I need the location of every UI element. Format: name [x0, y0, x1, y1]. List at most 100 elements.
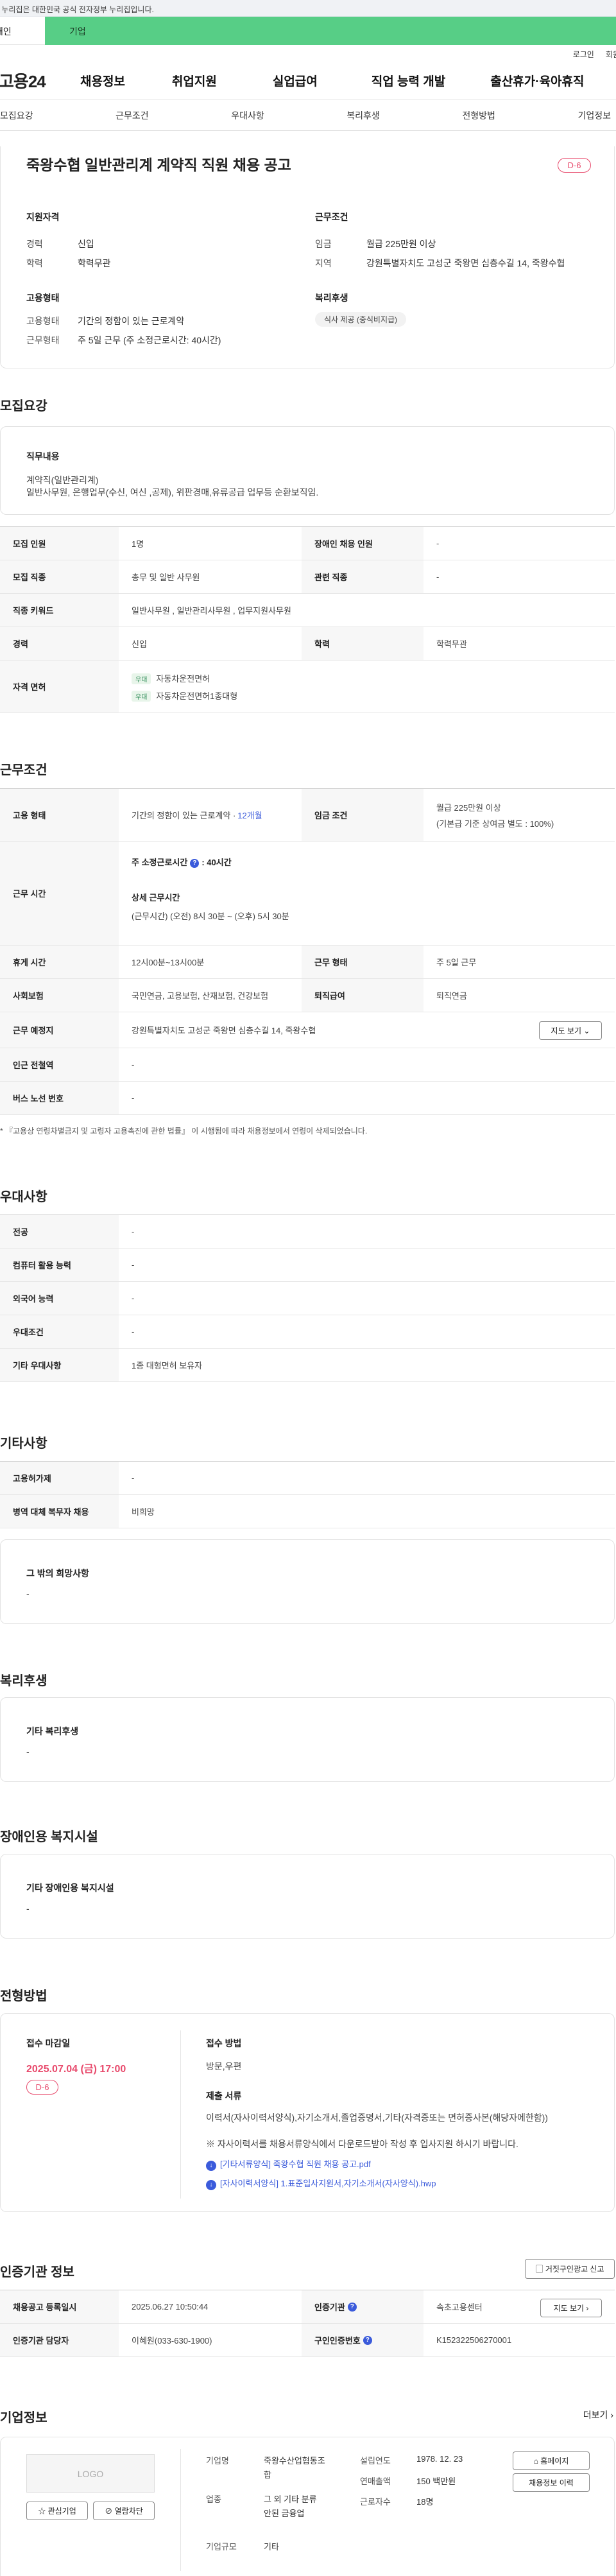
file-download-link[interactable]: ↓ [자사이력서양식] 1.표준입사지원서,자기소개서(자사양식).hwp	[206, 2177, 436, 2190]
fav-company-label: 관심기업	[47, 2507, 76, 2516]
row-label: 인근 전철역	[0, 1048, 119, 1081]
table-row: 병역 대체 복무자 채용 비희망	[0, 1495, 615, 1528]
snb-item-recruit[interactable]: 모집요강	[0, 109, 33, 122]
company-name-label: 기업명	[206, 2456, 229, 2466]
detail-hours-label: 상세 근무시간	[132, 893, 180, 903]
site-logo[interactable]: 고용24	[0, 69, 69, 92]
gnb-item-support[interactable]: 취업지원	[172, 72, 217, 89]
tab-personal-label: 개인	[0, 26, 12, 37]
docs-notice: ※ 자사이력서를 채용서류양식에서 다운로드받아 작성 후 입사지원 하시기 바…	[206, 2139, 518, 2149]
license-name: 자동차운전면허1종대형	[156, 691, 238, 701]
table-row: 인근 전철역 -	[0, 1048, 615, 1082]
gnb-item-benefit[interactable]: 실업급여	[273, 72, 318, 89]
row-value: 퇴직연금	[436, 991, 467, 1001]
help-icon[interactable]: ?	[190, 858, 200, 868]
job-content-title: 직무내용	[26, 451, 60, 462]
snb-item-welfare[interactable]: 복리후생	[346, 109, 380, 122]
map-view-button[interactable]: 지도 보기 ⌄	[539, 1021, 602, 1040]
gov-banner-text: 이 누리집은 대한민국 공식 전자정부 누리집입니다.	[0, 5, 154, 14]
table-row: 사회보험 국민연금, 고용보험, 산재보험, 건강보험 퇴직급여 퇴직연금	[0, 979, 615, 1012]
company-size-value: 기타	[264, 2542, 279, 2552]
wage-value: 월급 225만원 이상	[366, 239, 436, 249]
job-history-button[interactable]: 채용정보 이력	[513, 2473, 590, 2492]
gov-banner: 이 누리집은 대한민국 공식 전자정부 누리집입니다.	[0, 0, 616, 17]
help-icon[interactable]: ?	[347, 2302, 357, 2312]
login-link[interactable]: 로그인	[573, 50, 594, 59]
career-value: 신입	[78, 239, 94, 249]
section-title-disab: 장애인용 복지시설	[0, 1830, 98, 1844]
emp-months: 12개월	[237, 811, 262, 820]
emp-type-value: 기간의 정함이 있는 근로계약	[78, 316, 185, 326]
fav-company-button[interactable]: ☆ 관심기업	[26, 2502, 88, 2520]
row-value: -	[436, 539, 440, 548]
block-view-label: 열람차단	[114, 2507, 143, 2516]
work-shape-label: 근무형태	[26, 335, 60, 345]
homepage-button[interactable]: ⌂ 홈페이지	[513, 2451, 590, 2470]
company-more-link[interactable]: 더보기 ›	[583, 2408, 613, 2421]
snb-item-cond[interactable]: 근무조건	[116, 109, 149, 122]
emp-type-label: 고용형태	[26, 316, 60, 326]
company-more-label: 더보기	[583, 2410, 608, 2420]
welfare-box-title: 기타 복리후생	[26, 1726, 79, 1736]
table-row: 기타 우대사항 1종 대형면허 보유자	[0, 1349, 615, 1382]
weekly-hours-label: 주 소정근로시간	[132, 858, 188, 867]
table-row: 고용허가제 -	[0, 1462, 615, 1495]
row-value: 월급 225만원 이상 (기본급 기준 상여금 별도 : 100%)	[424, 789, 615, 841]
row-value: 학력무관	[436, 639, 467, 649]
row-label: 인증기관 담당자	[0, 2324, 119, 2356]
block-view-button[interactable]: ⊘ 열람차단	[93, 2502, 155, 2520]
company-box: LOGO ☆ 관심기업 ⊘ 열람차단 기업명 죽왕수산업협동조 합 업종 그 외…	[0, 2437, 615, 2576]
row-value: -	[132, 1227, 135, 1236]
disab-box: 기타 장애인용 복지시설 -	[0, 1854, 615, 1939]
gnb-item-jobs[interactable]: 채용정보	[80, 72, 125, 89]
emp-title: 고용형태	[26, 293, 60, 303]
row-value: -	[132, 1473, 135, 1483]
download-icon: ↓	[206, 2180, 216, 2190]
join-link[interactable]: 회원가입	[606, 50, 616, 59]
table-row: 우대조건 -	[0, 1315, 615, 1349]
cond-title: 근무조건	[315, 212, 348, 222]
help-icon[interactable]: ?	[363, 2335, 372, 2345]
employees-label: 근로자수	[360, 2497, 391, 2507]
row-label: 컴퓨터 활용 능력	[0, 1249, 119, 1281]
row-value: 신입	[132, 639, 147, 649]
row-value: 1명	[132, 539, 144, 549]
snb-item-company[interactable]: 기업정보	[578, 109, 611, 122]
map-view-label: 지도 보기	[551, 1026, 582, 1035]
gnb-item-training[interactable]: 직업 능력 개발	[372, 72, 445, 89]
weekly-hours-value: : 40시간	[201, 858, 232, 867]
weekly-hours: 주 소정근로시간?: 40시간	[132, 856, 232, 868]
cert-map-label: 지도 보기	[553, 2304, 585, 2313]
row-label: 관련 직종	[302, 560, 424, 593]
section-title-etc: 기타사항	[0, 1437, 47, 1451]
table-row: 채용공고 등록일시 2025.06.27 10:50:44 인증기관? 속초고용…	[0, 2290, 615, 2324]
tab-company[interactable]: 기업	[45, 17, 616, 45]
career-label: 경력	[26, 239, 43, 249]
snb-item-pref[interactable]: 우대사항	[231, 109, 264, 122]
license-list: 우대 자동차운전면허 우대 자동차운전면허1종대형	[119, 661, 615, 713]
welfare-title: 복리후생	[315, 293, 348, 303]
row-label: 모집 인원	[0, 527, 119, 560]
job-summary-card: 죽왕수협 일반관리계 계약직 직원 채용 공고 D-6 지원자격 경력 신입 학…	[0, 146, 615, 368]
row-value: -	[132, 1260, 135, 1270]
row-value: -	[132, 1293, 135, 1303]
row-label: 퇴직급여	[302, 979, 424, 1012]
chevron-down-icon: ⌄	[583, 1026, 590, 1035]
tab-personal[interactable]: 개인	[0, 17, 45, 45]
gnb-item-leave[interactable]: 출산휴가·육아휴직	[490, 72, 584, 89]
company-size-label: 기업규모	[206, 2542, 237, 2552]
table-row: 버스 노선 번호 -	[0, 1082, 615, 1115]
divider	[180, 2030, 181, 2199]
chevron-right-icon: ›	[586, 2304, 589, 2313]
etc-table: 고용허가제 - 병역 대체 복무자 채용 비희망	[0, 1461, 615, 1528]
row-label: 전공	[0, 1215, 119, 1248]
process-dday-badge: D-6	[26, 2080, 58, 2095]
file-download-link[interactable]: ↓ [기타서류양식] 죽왕수협 직원 채용 공고.pdf	[206, 2157, 371, 2171]
snb-item-process[interactable]: 전형방법	[462, 109, 495, 122]
row-value: 이혜원(033-630-1900)	[132, 2336, 212, 2346]
report-icon: ▢	[535, 2265, 543, 2274]
edu-label: 학력	[26, 258, 43, 268]
cert-map-button[interactable]: 지도 보기 ›	[540, 2299, 602, 2317]
recruit-table: 모집 인원 1명 장애인 채용 인원 - 모집 직종 총무 및 일반 사무원 관…	[0, 526, 615, 713]
report-ad-button[interactable]: ▢ 거짓구인광고 신고	[525, 2259, 615, 2279]
